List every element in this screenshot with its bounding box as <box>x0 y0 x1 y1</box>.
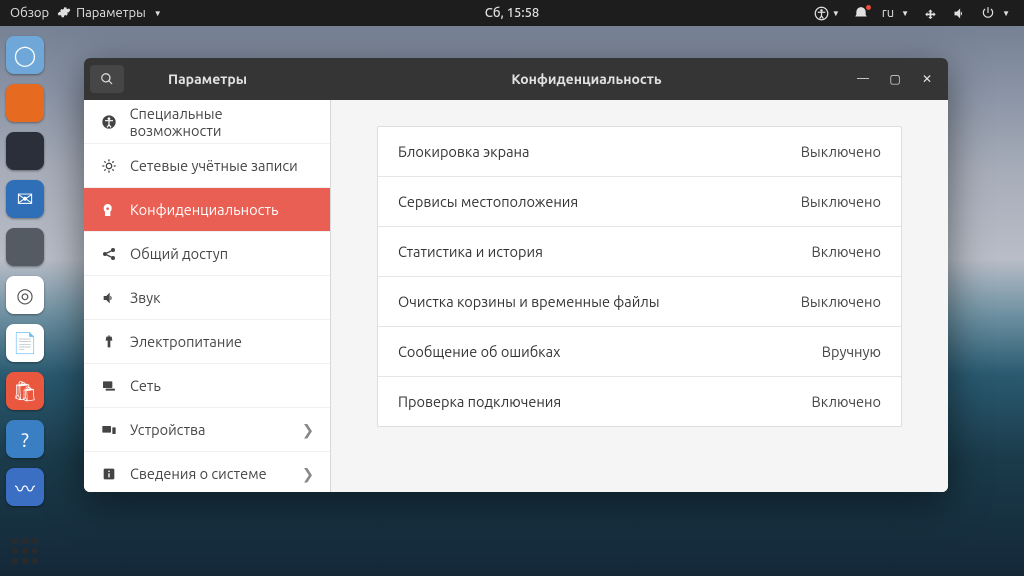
privacy-row[interactable]: Сообщение об ошибках Вручную <box>378 326 901 376</box>
app-glyph-icon: ✉ <box>17 187 34 211</box>
app-glyph-icon: 📄 <box>13 331 38 355</box>
gnome-top-bar: Обзор Параметры ▼ Сб, 15:58 ▼ ru ▼ <box>0 0 1024 26</box>
privacy-row[interactable]: Очистка корзины и временные файлы Выключе… <box>378 276 901 326</box>
privacy-row-value: Включено <box>812 393 882 410</box>
dock-app-help[interactable]: ? <box>6 420 44 458</box>
sidebar-item-accessibility[interactable]: Специальные возможности <box>84 100 330 144</box>
minimize-button[interactable]: — <box>856 72 870 86</box>
dock-app-monitor[interactable]: 〰 <box>6 468 44 506</box>
privacy-row-value: Выключено <box>801 293 881 310</box>
sidebar-item-share[interactable]: Общий доступ <box>84 232 330 276</box>
notification-tray-icon[interactable] <box>854 6 868 20</box>
privacy-row-label: Блокировка экрана <box>398 143 529 160</box>
privacy-row[interactable]: Проверка подключения Включено <box>378 376 901 426</box>
privacy-icon <box>100 202 118 218</box>
privacy-row[interactable]: Сервисы местоположения Выключено <box>378 176 901 226</box>
settings-window: Параметры Конфиденциальность — ▢ ✕ Специ… <box>84 58 948 492</box>
close-button[interactable]: ✕ <box>920 72 934 86</box>
chevron-down-icon: ▼ <box>832 9 840 18</box>
privacy-list: Блокировка экранаВыключеноСервисы местоп… <box>377 126 902 427</box>
privacy-row-label: Сообщение об ошибках <box>398 343 560 360</box>
app-glyph-icon: ? <box>21 428 29 451</box>
privacy-row-label: Сервисы местоположения <box>398 193 578 210</box>
dock-app-firefox[interactable] <box>6 84 44 122</box>
search-button[interactable] <box>90 65 124 93</box>
sidebar-item-label: Устройства <box>130 421 206 438</box>
sidebar-item-power[interactable]: Электропитание <box>84 320 330 364</box>
dock-app-vscode[interactable] <box>6 132 44 170</box>
about-icon <box>100 466 118 482</box>
panel-title: Конфиденциальность <box>331 71 842 87</box>
sidebar-item-privacy[interactable]: Конфиденциальность <box>84 188 330 232</box>
sidebar-item-label: Сетевые учётные записи <box>130 157 298 174</box>
settings-sidebar: Специальные возможности Сетевые учётные з… <box>84 100 331 492</box>
sidebar-item-label: Электропитание <box>130 333 242 350</box>
clock[interactable]: Сб, 15:58 <box>485 6 539 20</box>
keyboard-layout-label: ru <box>882 6 894 20</box>
chevron-down-icon: ▼ <box>901 9 909 18</box>
sidebar-item-label: Конфиденциальность <box>130 201 278 218</box>
privacy-row-value: Выключено <box>801 143 881 160</box>
dock-app-utility[interactable]: ◎ <box>6 276 44 314</box>
sidebar-item-sound[interactable]: Звук <box>84 276 330 320</box>
volume-tray-icon[interactable] <box>952 6 967 21</box>
window-titlebar: Параметры Конфиденциальность — ▢ ✕ <box>84 58 948 100</box>
sound-icon <box>100 290 118 306</box>
sidebar-item-devices[interactable]: Устройства ❯ <box>84 408 330 452</box>
dock-app-thunderbird[interactable]: ✉ <box>6 180 44 218</box>
chevron-right-icon: ❯ <box>302 465 314 483</box>
app-glyph-icon: 🛍 <box>12 379 37 403</box>
settings-content: Блокировка экранаВыключеноСервисы местоп… <box>331 100 948 492</box>
accounts-icon <box>100 158 118 174</box>
privacy-row[interactable]: Статистика и история Включено <box>378 226 901 276</box>
maximize-button[interactable]: ▢ <box>888 72 902 86</box>
sidebar-item-label: Сеть <box>130 377 161 394</box>
sidebar-item-label: Звук <box>130 289 161 306</box>
dock: ◯ ✉ ◎ 📄 🛍? 〰 <box>0 26 50 576</box>
chevron-down-icon: ▼ <box>154 9 162 18</box>
privacy-row-label: Очистка корзины и временные файлы <box>398 293 660 310</box>
dock-app-screenshot[interactable] <box>6 228 44 266</box>
accessibility-tray-icon[interactable]: ▼ <box>814 6 840 21</box>
network-icon <box>100 378 118 394</box>
app-menu[interactable]: Параметры ▼ <box>57 5 162 22</box>
app-glyph-icon: ◎ <box>16 283 33 307</box>
sidebar-item-network[interactable]: Сеть <box>84 364 330 408</box>
privacy-row-value: Выключено <box>801 193 881 210</box>
sidebar-item-accounts[interactable]: Сетевые учётные записи <box>84 144 330 188</box>
privacy-row-value: Вручную <box>822 343 881 360</box>
app-menu-label: Параметры <box>76 6 146 20</box>
chevron-down-icon: ▼ <box>1002 9 1010 18</box>
privacy-row[interactable]: Блокировка экрана Выключено <box>378 127 901 176</box>
share-icon <box>100 246 118 262</box>
network-tray-icon[interactable] <box>923 6 938 21</box>
sidebar-item-label: Общий доступ <box>130 245 228 262</box>
show-applications-button[interactable] <box>10 536 40 566</box>
app-glyph-icon: ◯ <box>14 43 36 67</box>
dock-app-chromium[interactable]: ◯ <box>6 36 44 74</box>
privacy-row-label: Проверка подключения <box>398 393 561 410</box>
privacy-row-value: Включено <box>812 243 882 260</box>
dock-app-writer[interactable]: 📄 <box>6 324 44 362</box>
keyboard-layout-indicator[interactable]: ru ▼ <box>882 6 909 20</box>
sidebar-item-label: Сведения о системе <box>130 465 267 482</box>
privacy-row-label: Статистика и история <box>398 243 543 260</box>
sidebar-item-about[interactable]: Сведения о системе ❯ <box>84 452 330 492</box>
chevron-right-icon: ❯ <box>302 421 314 439</box>
accessibility-icon <box>100 114 118 130</box>
gear-icon <box>57 5 71 22</box>
app-glyph-icon: 〰 <box>15 473 35 502</box>
devices-icon <box>100 422 118 438</box>
power-icon <box>100 334 118 350</box>
activities-button[interactable]: Обзор <box>10 6 49 20</box>
sidebar-item-label: Специальные возможности <box>130 105 314 139</box>
dock-app-software[interactable]: 🛍 <box>6 372 44 410</box>
power-tray-icon[interactable]: ▼ <box>981 6 1010 20</box>
notification-dot-icon <box>866 5 871 10</box>
